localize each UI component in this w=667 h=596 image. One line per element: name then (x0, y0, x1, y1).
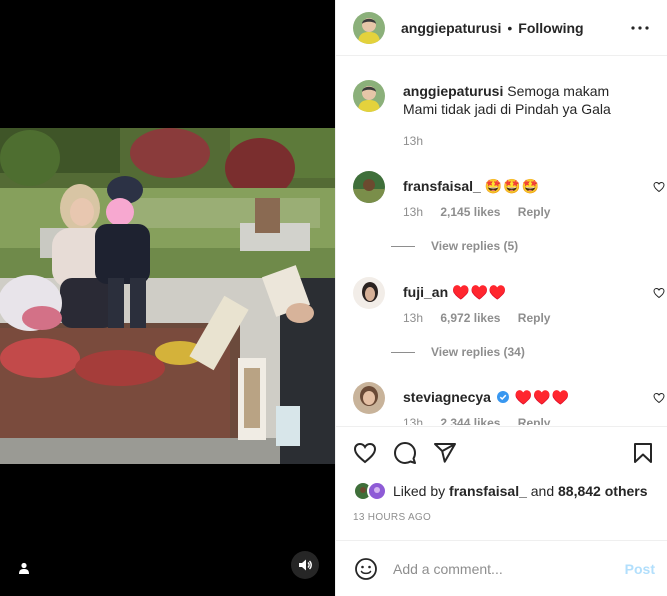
caption-text: anggiepaturusi Semoga makam Mami tidak j… (403, 82, 635, 118)
audio-toggle-button[interactable] (291, 551, 319, 579)
share-button[interactable] (433, 441, 457, 465)
speaker-icon (299, 559, 312, 571)
commenter-avatar[interactable] (353, 171, 385, 203)
comment-likes[interactable]: 6,972 likes (440, 311, 500, 325)
comment-button[interactable] (393, 441, 417, 465)
likes-summary: Liked by fransfaisal_ and 88,842 others (353, 480, 648, 502)
comment-item: fuji_an ♥️♥️♥️ 13h 6,972 likes Reply Vie… (353, 277, 665, 377)
comment-like-heart-icon[interactable] (653, 181, 665, 193)
liker-avatars[interactable] (353, 481, 387, 501)
comment-item: steviagnecya ♥️♥️♥️ 13h 2,344 likes Repl… (353, 382, 665, 425)
comment-likes[interactable]: 2,344 likes (440, 416, 500, 425)
paper-plane-icon (434, 443, 456, 463)
add-comment-bar: Post (336, 540, 667, 596)
liked-by-label: Liked by (393, 483, 446, 499)
liker-avatar (367, 481, 387, 501)
smiley-icon (355, 557, 377, 580)
comment-time[interactable]: 13h (403, 311, 423, 325)
replies-line (391, 351, 415, 353)
comments-list[interactable]: anggiepaturusi Semoga makam Mami tidak j… (336, 57, 667, 425)
reply-button[interactable]: Reply (518, 205, 551, 219)
comment-body: 🤩🤩🤩 (484, 178, 541, 194)
emoji-button[interactable] (353, 556, 379, 582)
comment-like-heart-icon[interactable] (653, 287, 665, 299)
comment-time[interactable]: 13h (403, 416, 423, 425)
avatar-image (353, 171, 385, 203)
user-tag-button[interactable] (12, 556, 36, 580)
author-username[interactable]: anggiepaturusi (401, 20, 501, 36)
grave-photo (0, 128, 335, 464)
separator-dot: • (507, 19, 513, 36)
caption-time[interactable]: 13h (403, 134, 423, 148)
post-timestamp[interactable]: 13 HOURS AGO (353, 512, 431, 523)
view-replies-button[interactable]: View replies (5) (391, 239, 518, 253)
comment-body: ♥️♥️♥️ (452, 284, 508, 300)
liked-by-user[interactable]: fransfaisal_ (449, 483, 527, 499)
more-options-button[interactable] (629, 17, 651, 39)
caption-username[interactable]: anggiepaturusi (403, 83, 503, 99)
comment-icon (394, 442, 416, 464)
post-photo[interactable] (0, 128, 335, 464)
verified-badge-icon (496, 391, 509, 403)
post-comment-button[interactable]: Post (625, 561, 655, 577)
author-avatar[interactable] (353, 11, 385, 44)
comment-body: ♥️♥️♥️ (514, 389, 571, 405)
add-comment-input[interactable] (393, 560, 613, 577)
reply-button[interactable]: Reply (518, 416, 551, 425)
post-header: anggiepaturusi • Following (336, 0, 667, 56)
replies-line (391, 245, 415, 247)
likes-count[interactable]: 88,842 others (558, 483, 648, 499)
view-replies-button[interactable]: View replies (34) (391, 345, 525, 359)
comment-item: fransfaisal_ 🤩🤩🤩 13h 2,145 likes Reply V… (353, 171, 665, 271)
view-replies-label: View replies (5) (431, 239, 519, 253)
caption-item: anggiepaturusi Semoga makam Mami tidak j… (353, 80, 653, 170)
comment-meta: 13h 2,145 likes Reply (403, 205, 564, 219)
avatar-image (353, 382, 385, 414)
comment-meta: 13h 6,972 likes Reply (403, 311, 564, 325)
comment-text: fuji_an ♥️♥️♥️ (403, 283, 635, 301)
view-replies-label: View replies (34) (431, 345, 525, 359)
heart-icon (353, 442, 377, 464)
comment-meta: 13h 2,344 likes Reply (403, 416, 564, 425)
reply-button[interactable]: Reply (518, 311, 551, 325)
avatar-image (353, 80, 385, 112)
comment-username[interactable]: fuji_an (403, 284, 448, 300)
avatar-image (353, 11, 385, 44)
avatar-image (369, 483, 385, 499)
caption-avatar[interactable] (353, 80, 385, 112)
comment-username[interactable]: steviagnecya (403, 389, 491, 405)
post-actions (336, 426, 667, 476)
comment-username[interactable]: fransfaisal_ (403, 178, 481, 194)
post-side-panel: anggiepaturusi • Following anggiepaturus… (335, 0, 667, 596)
save-button[interactable] (631, 441, 655, 465)
commenter-avatar[interactable] (353, 277, 385, 309)
commenter-avatar[interactable] (353, 382, 385, 414)
comment-like-heart-icon[interactable] (653, 392, 665, 404)
bookmark-icon (634, 443, 652, 463)
user-tag-icon (19, 562, 29, 574)
following-button[interactable]: Following (518, 20, 583, 36)
comment-text: fransfaisal_ 🤩🤩🤩 (403, 177, 635, 195)
liked-by-and: and (530, 483, 555, 499)
avatar-image (353, 277, 385, 309)
comment-text: steviagnecya ♥️♥️♥️ (403, 388, 635, 406)
comment-likes[interactable]: 2,145 likes (440, 205, 500, 219)
comment-time[interactable]: 13h (403, 205, 423, 219)
post-media (0, 0, 335, 596)
more-horizontal-icon (631, 26, 649, 30)
like-button[interactable] (353, 441, 377, 465)
caption-meta: 13h (403, 134, 437, 148)
